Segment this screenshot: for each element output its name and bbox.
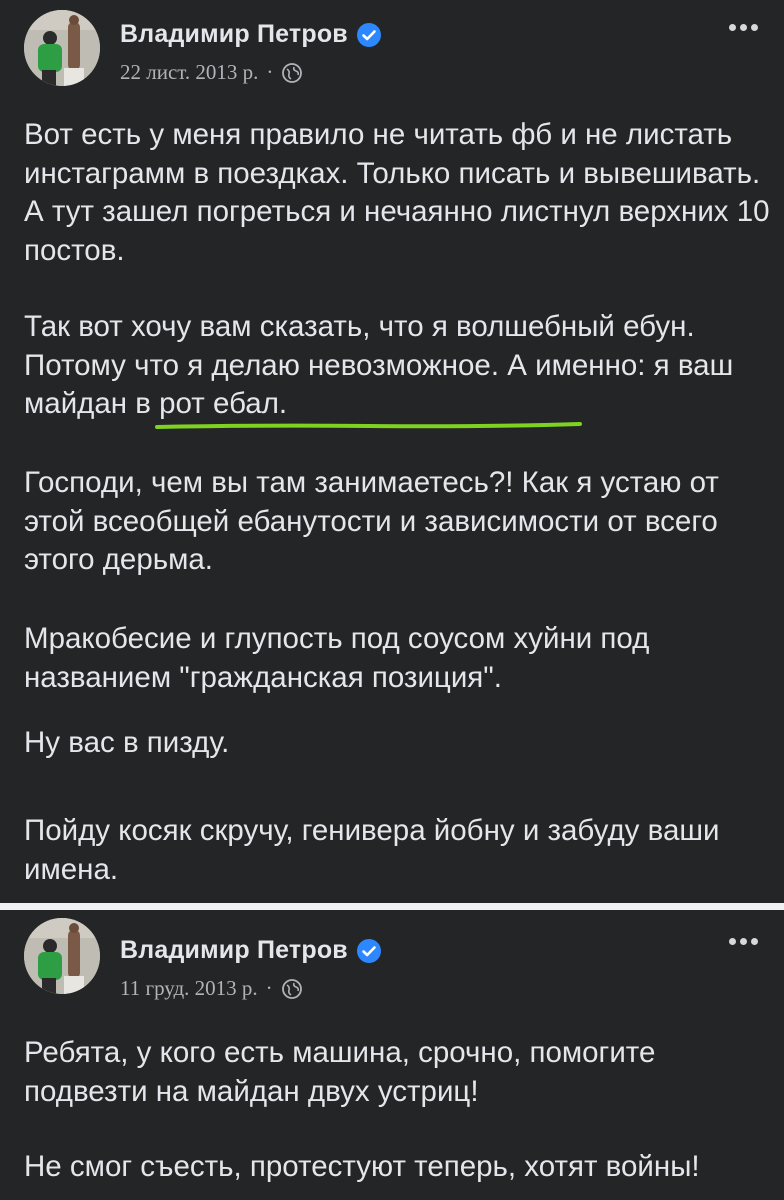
verified-badge-icon [356,938,381,963]
author-name[interactable]: Владимир Петров [120,936,348,965]
post-date[interactable]: 11 груд. 2013 р. [120,976,258,1001]
post-meta: 11 груд. 2013 р. · [120,976,303,1001]
more-options-icon[interactable] [725,932,762,951]
globe-icon[interactable] [281,978,303,1000]
post-paragraph: Ну вас в пизду. [24,726,230,759]
meta-separator: · [266,60,274,84]
post-1: Владимир Петров 22 лист. 2013 р. · Вот е… [0,0,784,903]
author-name[interactable]: Владимир Петров [120,20,348,49]
more-options-icon[interactable] [725,18,762,37]
post-divider [0,903,784,910]
highlight-underline [155,422,582,429]
post-paragraph: Так вот хочу вам сказать, что я волшебны… [24,310,734,420]
post-paragraph: Господи, чем вы там занимаетесь?! Как я … [24,466,719,576]
author-row: Владимир Петров [120,936,382,965]
post-paragraph: Мракобесие и глупость под соусом хуйни п… [24,622,650,694]
post-meta: 22 лист. 2013 р. · [120,60,303,85]
post-date[interactable]: 22 лист. 2013 р. [120,60,258,85]
post-paragraph: Пойду косяк скручу, генивера йобну и заб… [24,814,720,886]
post-paragraph: Ребята, у кого есть машина, срочно, помо… [24,1036,656,1108]
avatar[interactable] [24,10,100,86]
post-paragraph: Вот есть у меня правило не читать фб и н… [24,118,770,267]
author-row: Владимир Петров [120,20,382,49]
meta-separator: · [265,976,273,1000]
post-paragraph: Не смог съесть, протестуют теперь, хотят… [24,1150,700,1183]
globe-icon[interactable] [281,62,303,84]
avatar[interactable] [24,918,100,994]
verified-badge-icon [356,22,381,47]
